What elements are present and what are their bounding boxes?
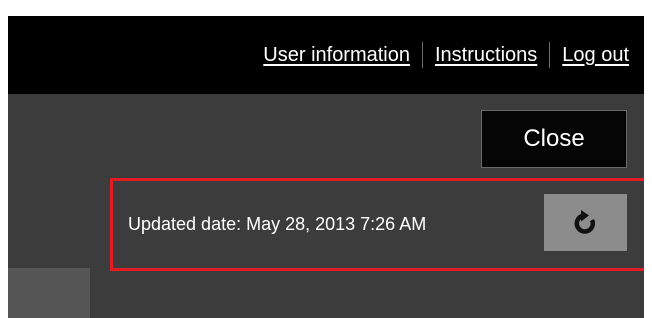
side-panel bbox=[8, 268, 90, 318]
header-links: User information Instructions Log out bbox=[263, 42, 629, 68]
refresh-button[interactable] bbox=[544, 194, 627, 251]
updated-date-text: Updated date: May 28, 2013 7:26 AM bbox=[128, 214, 427, 234]
log-out-link[interactable]: Log out bbox=[562, 44, 629, 67]
user-information-link[interactable]: User information bbox=[263, 44, 410, 67]
close-button[interactable]: Close bbox=[481, 110, 627, 168]
instructions-link[interactable]: Instructions bbox=[435, 44, 537, 67]
link-divider bbox=[549, 42, 551, 68]
link-divider bbox=[422, 42, 423, 68]
app-screen: User information Instructions Log out Cl… bbox=[8, 16, 644, 318]
refresh-icon bbox=[574, 209, 595, 234]
top-bar: User information Instructions Log out bbox=[8, 16, 644, 94]
